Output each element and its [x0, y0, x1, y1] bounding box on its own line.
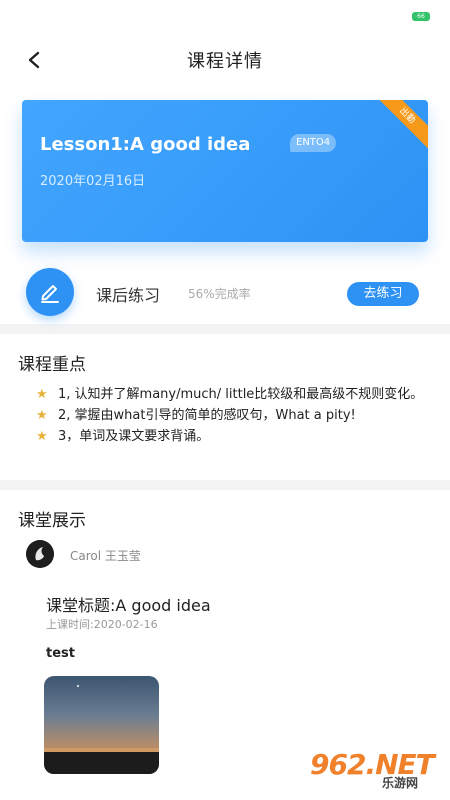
- section-divider: [0, 480, 450, 490]
- pencil-icon: [26, 268, 74, 316]
- battery-icon: 66: [412, 12, 430, 21]
- class-title: 课堂标题:A good idea: [46, 596, 211, 615]
- status-bar: 66: [0, 0, 450, 34]
- lesson-banner-wrap: Lesson1:A good idea 2020年02月16日 ENTO4 出勤: [0, 86, 450, 262]
- back-button[interactable]: [20, 46, 48, 74]
- section-divider: [0, 324, 450, 334]
- key-points-list: ★ 1, 认知并了解many/much/ little比较级和最高级不规则变化。…: [18, 384, 432, 447]
- list-item: ★ 2, 掌握由what引导的简单的感叹句，What a pity!: [36, 405, 432, 426]
- go-practice-button[interactable]: 去练习: [347, 282, 419, 306]
- lesson-date: 2020年02月16日: [40, 174, 146, 189]
- key-point-text: 3，单词及课文要求背诵。: [58, 429, 210, 444]
- completion-rate: 56%完成率: [188, 287, 251, 301]
- level-badge: ENTO4: [290, 134, 337, 152]
- lesson-banner[interactable]: Lesson1:A good idea 2020年02月16日 ENTO4 出勤: [22, 100, 428, 242]
- star-icon: ★: [36, 387, 48, 402]
- homework-row: 课后练习 56%完成率 去练习: [0, 264, 450, 324]
- avatar[interactable]: [26, 540, 54, 568]
- nav-bar: 课程详情: [0, 34, 450, 86]
- chevron-left-icon: [28, 51, 40, 69]
- teacher-row: Carol 王玉莹: [0, 540, 450, 584]
- site-watermark: 962.NET 乐游网: [310, 746, 440, 794]
- watermark-sub: 乐游网: [382, 776, 419, 790]
- key-points-section: 课程重点 ★ 1, 认知并了解many/much/ little比较级和最高级不…: [0, 334, 450, 480]
- key-point-text: 1, 认知并了解many/much/ little比较级和最高级不规则变化。: [58, 387, 424, 402]
- list-item: ★ 1, 认知并了解many/much/ little比较级和最高级不规则变化。: [36, 384, 432, 405]
- key-point-text: 2, 掌握由what引导的简单的感叹句，What a pity!: [58, 408, 356, 423]
- class-description: test: [46, 646, 75, 661]
- class-time: 上课时间:2020-02-16: [46, 618, 158, 631]
- star-icon: ★: [36, 408, 48, 423]
- attendance-ribbon: 出勤: [370, 100, 428, 153]
- homework-label: 课后练习: [96, 286, 161, 305]
- teacher-name: Carol 王玉莹: [70, 549, 141, 563]
- classroom-title: 课堂展示: [18, 511, 86, 531]
- page-title: 课程详情: [187, 51, 263, 72]
- classroom-section: 课堂展示: [0, 490, 450, 540]
- lesson-title: Lesson1:A good idea: [40, 134, 251, 155]
- list-item: ★ 3，单词及课文要求背诵。: [36, 426, 432, 447]
- star-icon: ★: [36, 429, 48, 444]
- class-photo[interactable]: [44, 676, 159, 774]
- key-points-title: 课程重点: [18, 355, 86, 375]
